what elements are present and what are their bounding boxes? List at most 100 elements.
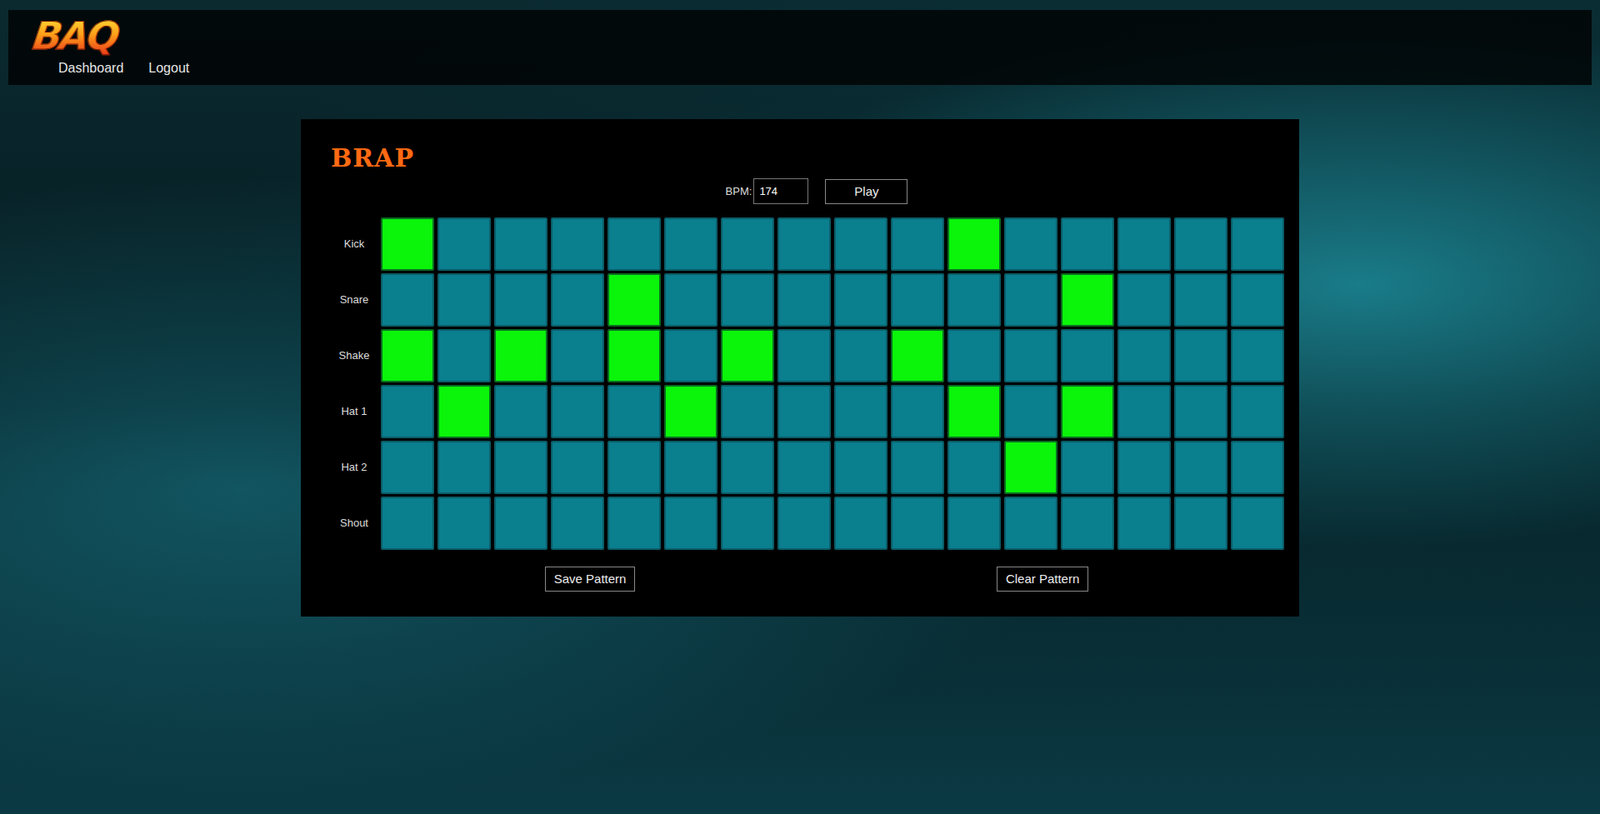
step-cell[interactable] bbox=[1004, 496, 1058, 550]
step-cell[interactable] bbox=[664, 385, 718, 439]
step-cell[interactable] bbox=[1060, 329, 1115, 383]
step-cell[interactable] bbox=[437, 440, 491, 495]
step-cell[interactable] bbox=[947, 496, 1001, 550]
step-cell[interactable] bbox=[1060, 496, 1115, 550]
step-cell[interactable] bbox=[890, 217, 945, 271]
step-cell[interactable] bbox=[720, 385, 775, 439]
step-cell[interactable] bbox=[494, 217, 548, 271]
step-cell[interactable] bbox=[607, 273, 661, 327]
step-cell[interactable] bbox=[664, 496, 718, 550]
step-cell[interactable] bbox=[720, 273, 775, 327]
step-cell[interactable] bbox=[437, 496, 491, 550]
step-cell[interactable] bbox=[1174, 385, 1228, 439]
step-cell[interactable] bbox=[890, 385, 945, 439]
step-cell[interactable] bbox=[834, 496, 888, 550]
step-cell[interactable] bbox=[720, 329, 775, 383]
step-cell[interactable] bbox=[777, 273, 831, 327]
step-cell[interactable] bbox=[550, 217, 605, 271]
step-cell[interactable] bbox=[890, 273, 945, 327]
step-cell[interactable] bbox=[777, 385, 831, 439]
step-cell[interactable] bbox=[1230, 385, 1285, 439]
step-cell[interactable] bbox=[1004, 329, 1058, 383]
step-cell[interactable] bbox=[947, 385, 1001, 439]
step-cell[interactable] bbox=[664, 273, 718, 327]
step-cell[interactable] bbox=[834, 385, 888, 439]
step-cell[interactable] bbox=[1117, 217, 1171, 271]
step-cell[interactable] bbox=[1174, 440, 1228, 495]
step-cell[interactable] bbox=[720, 440, 775, 495]
step-cell[interactable] bbox=[607, 329, 661, 383]
step-cell[interactable] bbox=[1174, 273, 1228, 327]
play-button[interactable]: Play bbox=[825, 179, 908, 205]
step-cell[interactable] bbox=[834, 217, 888, 271]
step-cell[interactable] bbox=[607, 496, 661, 550]
step-cell[interactable] bbox=[380, 440, 435, 495]
step-cell[interactable] bbox=[1004, 217, 1058, 271]
step-cell[interactable] bbox=[664, 329, 718, 383]
step-cell[interactable] bbox=[777, 217, 831, 271]
step-cell[interactable] bbox=[494, 440, 548, 495]
step-cell[interactable] bbox=[1174, 217, 1228, 271]
step-cell[interactable] bbox=[1117, 329, 1171, 383]
bpm-input[interactable] bbox=[753, 178, 809, 205]
step-cell[interactable] bbox=[607, 217, 661, 271]
step-cell[interactable] bbox=[1230, 440, 1285, 495]
step-cell[interactable] bbox=[1117, 440, 1171, 495]
step-cell[interactable] bbox=[1230, 329, 1285, 383]
step-cell[interactable] bbox=[1060, 217, 1115, 271]
step-cell[interactable] bbox=[890, 329, 945, 383]
step-cell[interactable] bbox=[1174, 329, 1228, 383]
step-cell[interactable] bbox=[777, 440, 831, 495]
nav-link-item[interactable]: Logout bbox=[148, 56, 190, 80]
step-cell[interactable] bbox=[777, 496, 831, 550]
step-cell[interactable] bbox=[890, 440, 945, 495]
step-cell[interactable] bbox=[834, 440, 888, 495]
step-cell[interactable] bbox=[437, 217, 491, 271]
step-cell[interactable] bbox=[947, 217, 1001, 271]
step-cell[interactable] bbox=[1117, 496, 1171, 550]
step-cell[interactable] bbox=[1117, 385, 1171, 439]
step-cell[interactable] bbox=[494, 496, 548, 550]
nav-link-item[interactable]: Dashboard bbox=[58, 56, 124, 80]
step-cell[interactable] bbox=[664, 217, 718, 271]
step-cell[interactable] bbox=[890, 496, 945, 550]
step-cell[interactable] bbox=[834, 273, 888, 327]
step-cell[interactable] bbox=[947, 273, 1001, 327]
step-cell[interactable] bbox=[1230, 273, 1285, 327]
step-cell[interactable] bbox=[494, 329, 548, 383]
step-cell[interactable] bbox=[550, 496, 605, 550]
step-cell[interactable] bbox=[380, 217, 435, 271]
step-cell[interactable] bbox=[550, 385, 605, 439]
step-cell[interactable] bbox=[1004, 273, 1058, 327]
step-cell[interactable] bbox=[380, 496, 435, 550]
step-cell[interactable] bbox=[437, 329, 491, 383]
step-cell[interactable] bbox=[607, 440, 661, 495]
step-cell[interactable] bbox=[494, 385, 548, 439]
step-cell[interactable] bbox=[550, 273, 605, 327]
step-cell[interactable] bbox=[437, 273, 491, 327]
step-cell[interactable] bbox=[1230, 217, 1285, 271]
step-cell[interactable] bbox=[380, 329, 435, 383]
brand-logo[interactable]: BAQ bbox=[21, 15, 125, 57]
step-cell[interactable] bbox=[550, 329, 605, 383]
step-cell[interactable] bbox=[834, 329, 888, 383]
step-cell[interactable] bbox=[947, 440, 1001, 495]
step-cell[interactable] bbox=[720, 496, 775, 550]
step-cell[interactable] bbox=[1230, 496, 1285, 550]
step-cell[interactable] bbox=[1174, 496, 1228, 550]
save-pattern-button[interactable]: Save Pattern bbox=[545, 566, 636, 592]
clear-pattern-button[interactable]: Clear Pattern bbox=[996, 566, 1089, 592]
step-cell[interactable] bbox=[494, 273, 548, 327]
step-cell[interactable] bbox=[380, 385, 435, 439]
step-cell[interactable] bbox=[720, 217, 775, 271]
step-cell[interactable] bbox=[437, 385, 491, 439]
step-cell[interactable] bbox=[1060, 273, 1115, 327]
step-cell[interactable] bbox=[1060, 440, 1115, 495]
step-cell[interactable] bbox=[1117, 273, 1171, 327]
step-cell[interactable] bbox=[1060, 385, 1115, 439]
step-cell[interactable] bbox=[550, 440, 605, 495]
step-cell[interactable] bbox=[1004, 440, 1058, 495]
step-cell[interactable] bbox=[947, 329, 1001, 383]
step-cell[interactable] bbox=[664, 440, 718, 495]
step-cell[interactable] bbox=[607, 385, 661, 439]
